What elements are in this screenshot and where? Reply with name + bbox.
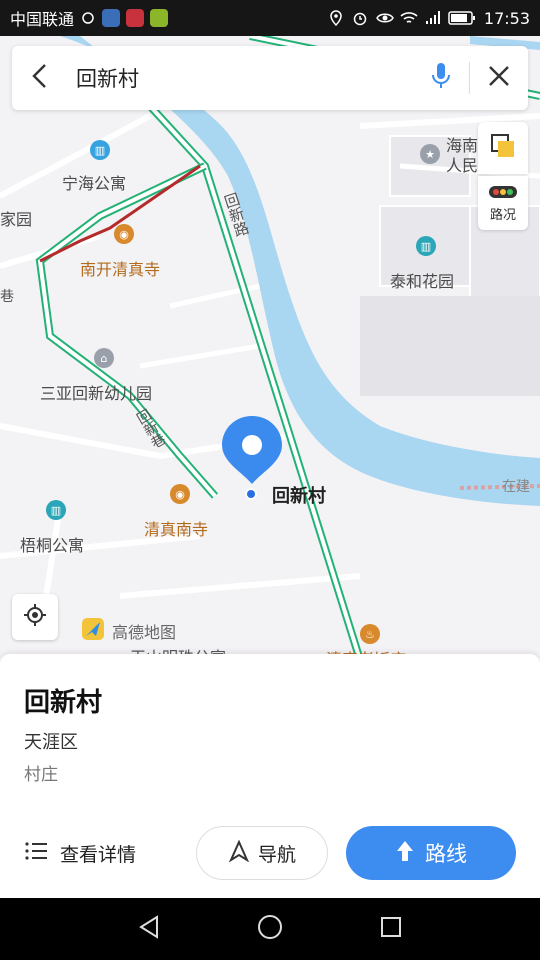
view-details-button[interactable]: 查看详情	[24, 840, 136, 867]
signal-icon	[424, 10, 440, 26]
navigate-button[interactable]: 导航	[196, 826, 328, 880]
close-button[interactable]	[470, 46, 528, 110]
mosque-icon: ◉	[114, 224, 134, 244]
layers-icon	[489, 132, 517, 164]
poi-sanya-kindergarten[interactable]: ⌂ 三亚回新幼儿园	[40, 348, 152, 404]
home-circle-icon[interactable]	[256, 913, 284, 945]
locate-button[interactable]	[12, 594, 58, 640]
alarm-icon	[352, 10, 368, 26]
microphone-icon	[431, 61, 451, 95]
clock-label: 17:53	[483, 8, 530, 28]
road-under-construction: 在建	[502, 479, 530, 495]
search-input[interactable]: 回新村	[68, 63, 413, 93]
list-icon	[24, 841, 48, 866]
search-bar: 回新村	[12, 46, 528, 110]
crosshair-icon	[22, 602, 48, 632]
place-card: 回新村 天涯区 村庄 查看详情 导航 路线	[0, 654, 540, 898]
route-button[interactable]: 路线	[346, 826, 516, 880]
amap-logo-icon	[80, 616, 106, 646]
apartment-icon: ▥	[46, 500, 66, 520]
app-icon-2	[126, 9, 145, 27]
government-icon: ★	[420, 144, 440, 164]
poi-taihe[interactable]: ▥ 泰和花园	[390, 236, 454, 292]
wifi-icon	[400, 10, 418, 26]
traffic-light-icon	[488, 184, 518, 204]
navigation-arrow-icon	[228, 839, 250, 867]
poi-qingzhen-nansi[interactable]: ◉ 清真南寺	[144, 484, 208, 540]
usb-icon	[80, 10, 96, 26]
poi-jiayuan[interactable]: 家园	[0, 206, 32, 230]
back-button[interactable]	[12, 46, 68, 110]
map-view[interactable]: ▥ 宁海公寓 家园 ◉ 南开清真寺 ⌂ 三亚回新幼儿园 ◉ 清真南寺 ▥ 梧桐公…	[0, 36, 540, 660]
amap-watermark: 高德地图	[80, 616, 176, 646]
route-arrow-icon	[395, 839, 415, 868]
chevron-left-icon	[31, 63, 49, 93]
garden-icon: ▥	[416, 236, 436, 256]
traffic-button[interactable]: 路况	[478, 176, 528, 230]
voice-search-button[interactable]	[413, 46, 469, 110]
recent-apps-icon[interactable]	[379, 915, 403, 943]
back-triangle-icon[interactable]	[137, 914, 161, 944]
app-icon-3	[150, 9, 169, 27]
pin-label: 回新村	[272, 486, 326, 507]
place-title: 回新村	[24, 688, 103, 718]
poi-wutong[interactable]: ▥ 梧桐公寓	[20, 500, 84, 556]
system-nav-bar	[0, 898, 540, 960]
road-label-left: 巷	[0, 289, 14, 305]
eye-icon	[376, 10, 394, 26]
school-icon: ⌂	[94, 348, 114, 368]
location-dot	[245, 488, 257, 500]
apartment-icon: ▥	[90, 140, 110, 160]
status-bar: 中国联通 17:53	[0, 0, 540, 36]
traffic-label: 路况	[489, 207, 516, 223]
place-type: 村庄	[24, 765, 58, 785]
poi-nankai-mosque[interactable]: ◉ 南开清真寺	[80, 224, 160, 280]
battery-icon	[448, 10, 476, 26]
carrier-label: 中国联通	[10, 10, 75, 29]
restaurant-icon: ♨	[360, 624, 380, 644]
place-district: 天涯区	[24, 732, 78, 753]
layers-button[interactable]	[478, 122, 528, 174]
location-icon	[328, 10, 344, 27]
close-icon	[487, 64, 511, 92]
app-icon-1	[102, 9, 121, 27]
mosque-icon: ◉	[170, 484, 190, 504]
poi-ninghai[interactable]: ▥ 宁海公寓	[62, 140, 126, 194]
poi-procuratorate[interactable]: ★ 海南 人民检察院	[420, 136, 526, 175]
